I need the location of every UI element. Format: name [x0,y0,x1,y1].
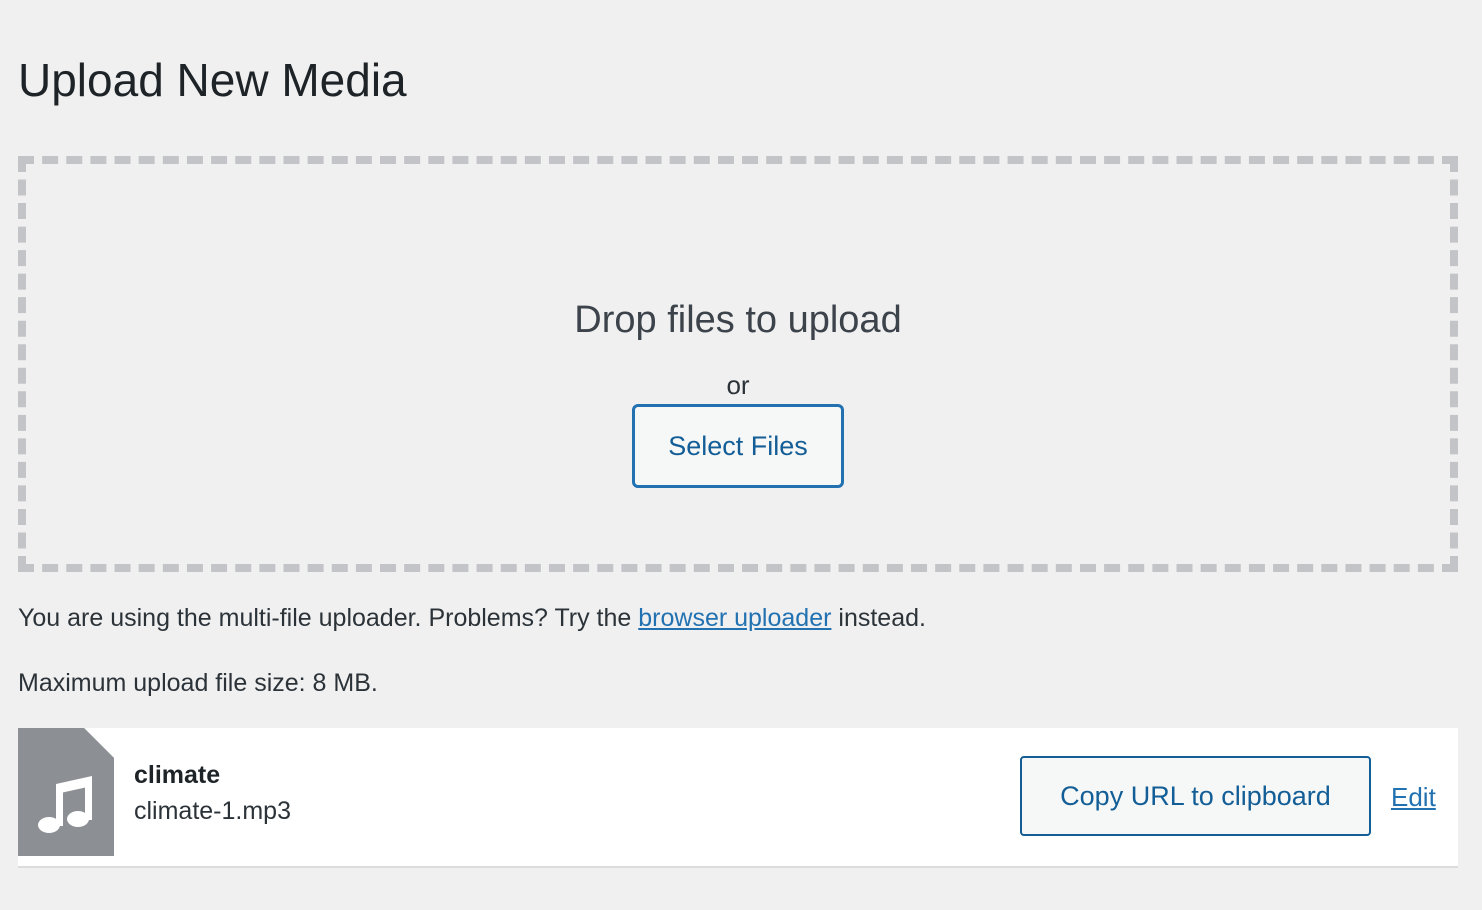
media-item: climate climate-1.mp3 Copy URL to clipbo… [18,728,1458,868]
media-item-filename: climate-1.mp3 [134,797,291,825]
edit-link[interactable]: Edit [1391,782,1436,812]
page-title: Upload New Media [18,54,407,106]
browser-uploader-link[interactable]: browser uploader [638,604,831,632]
copy-url-button[interactable]: Copy URL to clipboard [1020,756,1371,836]
select-files-button[interactable]: Select Files [632,404,844,488]
drop-zone[interactable]: Drop files to upload or Select Files [18,156,1458,572]
drop-zone-title: Drop files to upload [574,299,902,341]
drop-zone-or: or [726,370,750,400]
uploader-note: You are using the multi-file uploader. P… [18,603,926,633]
uploader-note-suffix: instead. [831,604,926,632]
max-upload-size: Maximum upload file size: 8 MB. [18,669,378,697]
uploader-note-text: You are using the multi-file uploader. P… [18,604,639,632]
media-item-title: climate [134,761,221,789]
audio-file-icon [18,728,114,856]
